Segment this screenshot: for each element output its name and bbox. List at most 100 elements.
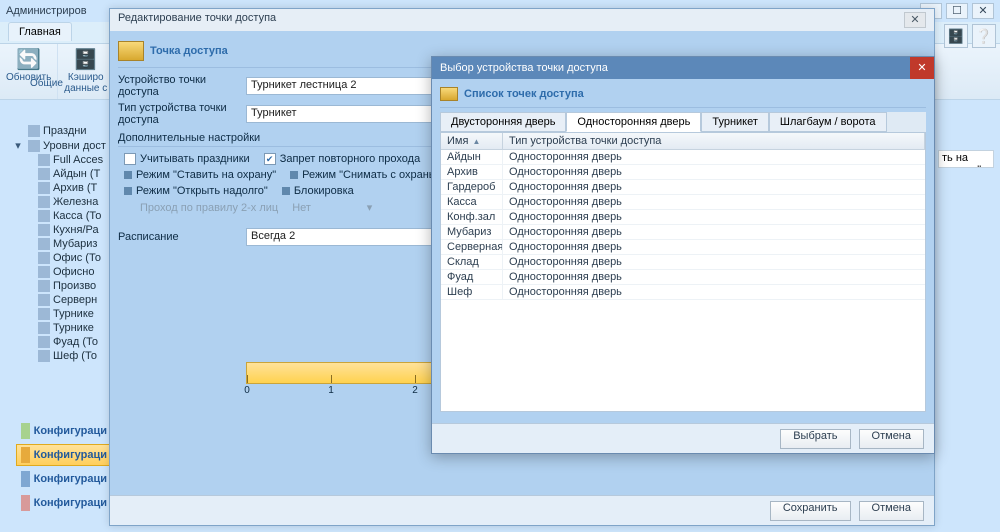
- tree-node-icon: [38, 182, 50, 194]
- table-row[interactable]: МубаризОдносторонняя дверь: [441, 225, 925, 240]
- tree-item[interactable]: Железна: [14, 195, 110, 209]
- ribbon-tab-main[interactable]: Главная: [8, 22, 72, 41]
- tree-node-icon: [38, 322, 50, 334]
- config-icon: [21, 447, 30, 463]
- dropdown-value: Нет: [292, 202, 311, 214]
- opt-holidays[interactable]: Учитывать праздники: [124, 153, 250, 165]
- table-row[interactable]: АйдынОдносторонняя дверь: [441, 150, 925, 165]
- cancel-button[interactable]: Отмена: [859, 429, 924, 449]
- cell-type: Односторонняя дверь: [503, 165, 925, 179]
- device-type-tabs: Двусторонняя дверьОдносторонняя дверьТур…: [440, 112, 926, 132]
- tree-item[interactable]: Full Acces: [14, 153, 110, 167]
- tree-node-icon: [38, 280, 50, 292]
- config-btn-3[interactable]: Конфигураци: [16, 468, 112, 490]
- tree-item[interactable]: Произво: [14, 279, 110, 293]
- tree-item[interactable]: Офисно: [14, 265, 110, 279]
- chevron-down-icon: ▾: [367, 201, 373, 214]
- list-header: Список точек доступа: [440, 87, 926, 108]
- cell-name: Серверная: [441, 240, 503, 254]
- config-icon: [21, 423, 30, 439]
- cell-type: Односторонняя дверь: [503, 150, 925, 164]
- lbl-type: Тип устройства точки доступа: [118, 102, 246, 126]
- schedule-input[interactable]: Всегда 2: [246, 228, 434, 246]
- lbl-device: Устройство точки доступа: [118, 74, 246, 98]
- ribbon-group-label: Общие: [30, 78, 63, 89]
- tree-item[interactable]: Турнике: [14, 321, 110, 335]
- tree-node-icon: [38, 196, 50, 208]
- main-title: Администриров: [6, 5, 87, 17]
- tree-item-label: Full Acces: [53, 154, 103, 166]
- opt-mode-guard[interactable]: Режим "Ставить на охрану": [124, 169, 276, 181]
- device-type-tab[interactable]: Двусторонняя дверь: [440, 112, 566, 132]
- dialog2-titlebar: Выбор устройства точки доступа ✕: [432, 57, 934, 79]
- tree-item-label: Шеф (То: [53, 350, 97, 362]
- select-button[interactable]: Выбрать: [780, 429, 850, 449]
- opt-no-repeat[interactable]: ✔Запрет повторного прохода: [264, 153, 421, 165]
- tree-node-icon: [38, 210, 50, 222]
- ribbon-cache[interactable]: 🗄️ Кэшироданные с: [58, 44, 114, 99]
- tree-item[interactable]: ▾Уровни дост: [14, 138, 110, 153]
- ribbon-refresh[interactable]: 🔄 Обновить: [0, 44, 58, 99]
- tree-item-label: Кухня/Ра: [53, 224, 99, 236]
- tree-item[interactable]: Шеф (То: [14, 349, 110, 363]
- opt-mode-open-long[interactable]: Режим "Открыть надолго": [124, 185, 268, 197]
- table-row[interactable]: ГардеробОдносторонняя дверь: [441, 180, 925, 195]
- save-button[interactable]: Сохранить: [770, 501, 851, 521]
- tree-item[interactable]: Турнике: [14, 307, 110, 321]
- cancel-button[interactable]: Отмена: [859, 501, 924, 521]
- tree-item[interactable]: Офис (То: [14, 251, 110, 265]
- table-row[interactable]: КассаОдносторонняя дверь: [441, 195, 925, 210]
- col-type[interactable]: Тип устройства точки доступа: [503, 133, 925, 149]
- table-row[interactable]: ФуадОдносторонняя дверь: [441, 270, 925, 285]
- tree-item[interactable]: Фуад (То: [14, 335, 110, 349]
- tree-item[interactable]: Праздни: [14, 124, 110, 138]
- device-type-tab[interactable]: Шлагбаум / ворота: [769, 112, 887, 132]
- opt-blocking[interactable]: Блокировка: [282, 185, 354, 197]
- right-panel-cell[interactable]: ть на охрану": [938, 150, 994, 168]
- device-input[interactable]: Турникет лестница 2: [246, 77, 434, 95]
- section-title: Точка доступа: [150, 45, 228, 57]
- table-row[interactable]: СервернаяОдносторонняя дверь: [441, 240, 925, 255]
- table-row[interactable]: ШефОдносторонняя дверь: [441, 285, 925, 300]
- refresh-icon: 🔄: [6, 46, 51, 72]
- tree-item[interactable]: Серверн: [14, 293, 110, 307]
- tree-item[interactable]: Айдын (Т: [14, 167, 110, 181]
- sort-asc-icon: ▲: [472, 137, 480, 146]
- close-button[interactable]: ✕: [972, 3, 994, 19]
- tree-node-icon: [38, 168, 50, 180]
- tree-caret-icon: ▾: [14, 139, 22, 152]
- checkbox-icon: ✔: [264, 153, 276, 165]
- two-person-value[interactable]: Нет ▾: [292, 201, 372, 214]
- square-icon: [124, 171, 132, 179]
- ruler-number: 2: [412, 385, 418, 396]
- tree-item-label: Железна: [53, 196, 98, 208]
- dialog2-close-button[interactable]: ✕: [910, 57, 934, 79]
- tree-node-icon: [38, 238, 50, 250]
- help-icon[interactable]: ❔: [972, 24, 996, 48]
- folder-icon: [118, 41, 144, 61]
- table-row[interactable]: СкладОдносторонняя дверь: [441, 255, 925, 270]
- tree-item[interactable]: Касса (То: [14, 209, 110, 223]
- nav-tree: Праздни▾Уровни достFull AccesАйдын (ТАрх…: [14, 124, 110, 412]
- maximize-button[interactable]: ☐: [946, 3, 968, 19]
- device-type-tab[interactable]: Турникет: [701, 112, 769, 132]
- opt-label: Проход по правилу 2-х лиц: [140, 202, 278, 214]
- cell-type: Односторонняя дверь: [503, 210, 925, 224]
- tree-node-icon: [38, 350, 50, 362]
- device-type-tab[interactable]: Односторонняя дверь: [566, 112, 701, 132]
- tree-item-label: Турнике: [53, 322, 94, 334]
- ribbon-cache-label: Кэшироданные с: [64, 72, 107, 94]
- tool-settings-db[interactable]: 🗄️: [944, 24, 968, 48]
- config-btn-4[interactable]: Конфигураци: [16, 492, 112, 514]
- table-row[interactable]: Конф.залОдносторонняя дверь: [441, 210, 925, 225]
- table-row[interactable]: АрхивОдносторонняя дверь: [441, 165, 925, 180]
- dialog1-close-button[interactable]: ✕: [904, 12, 926, 28]
- config-btn-2[interactable]: Конфигураци: [16, 444, 112, 466]
- col-name[interactable]: Имя▲: [441, 133, 503, 149]
- tree-item[interactable]: Архив (Т: [14, 181, 110, 195]
- config-btn-1[interactable]: Конфигураци: [16, 420, 112, 442]
- tree-item[interactable]: Кухня/Ра: [14, 223, 110, 237]
- type-input[interactable]: Турникет: [246, 105, 434, 123]
- tree-item[interactable]: Мубариз: [14, 237, 110, 251]
- opt-mode-unguard[interactable]: Режим "Снимать с охраны": [290, 169, 440, 181]
